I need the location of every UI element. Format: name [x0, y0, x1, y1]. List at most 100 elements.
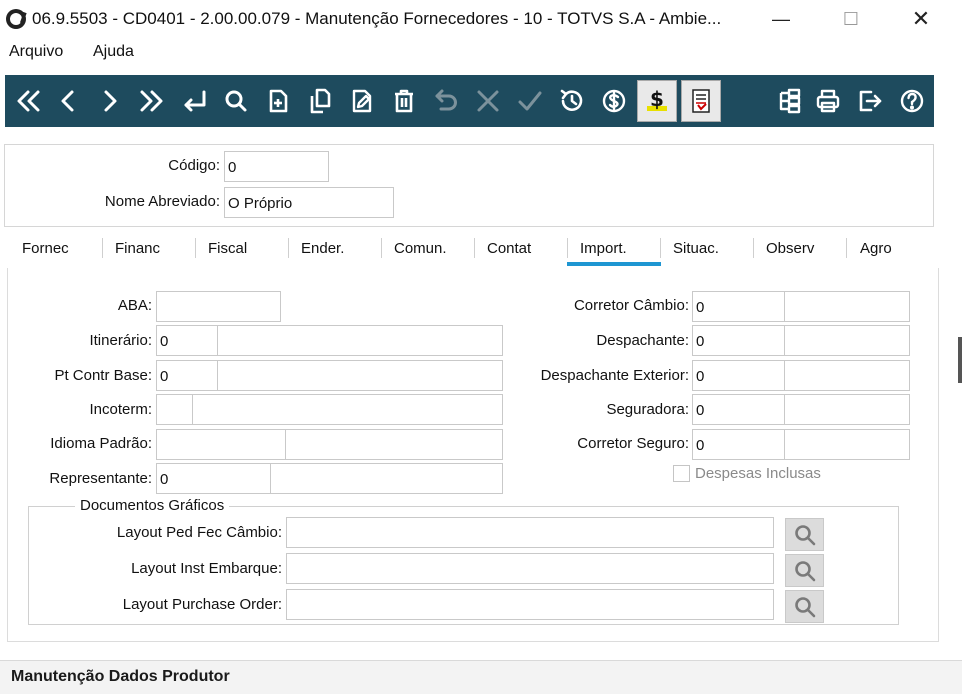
cancel-icon[interactable]: [471, 83, 505, 119]
layout-ped-fec-cambio-field[interactable]: [286, 517, 774, 548]
despesas-inclusas-label: Despesas Inclusas: [695, 465, 821, 482]
previous-record-icon[interactable]: [51, 83, 85, 119]
search-icon[interactable]: [219, 83, 253, 119]
maximize-button[interactable]: ☐: [828, 0, 874, 38]
exit-icon[interactable]: [853, 83, 887, 119]
codigo-field[interactable]: 0: [224, 151, 329, 182]
idioma-padrao-description-field[interactable]: [285, 429, 503, 460]
seguradora-code-field[interactable]: 0: [692, 394, 785, 425]
menu-bar: [0, 38, 962, 68]
despachante-exterior-label: Despachante Exterior:: [540, 367, 689, 384]
last-record-icon[interactable]: [135, 83, 169, 119]
copy-record-icon[interactable]: [303, 83, 337, 119]
tab-ender[interactable]: Ender.: [301, 240, 344, 257]
close-button[interactable]: ✕: [898, 0, 944, 38]
financial-dollar-icon[interactable]: $: [637, 80, 677, 122]
tab-fornec[interactable]: Fornec: [22, 240, 69, 257]
tab-separator: [846, 238, 847, 258]
tab-separator: [381, 238, 382, 258]
despachante-label: Despachante:: [596, 332, 689, 349]
tab-financ[interactable]: Financ: [115, 240, 160, 257]
layout-inst-embarque-label: Layout Inst Embarque:: [131, 560, 282, 577]
zoom-search-icon[interactable]: [785, 518, 824, 551]
tab-import[interactable]: Import.: [580, 240, 627, 257]
despachante-code-field[interactable]: 0: [692, 325, 785, 356]
corretor-seguro-code-field[interactable]: 0: [692, 429, 785, 460]
corretor-cambio-code-field[interactable]: 0: [692, 291, 785, 322]
layout-inst-embarque-field[interactable]: [286, 553, 774, 584]
aba-label: ABA:: [117, 297, 152, 314]
aba-field[interactable]: [156, 291, 281, 322]
app-logo-icon: [6, 9, 26, 29]
zoom-search-icon[interactable]: [785, 590, 824, 623]
goto-record-icon[interactable]: [177, 83, 211, 119]
delete-record-icon[interactable]: [387, 83, 421, 119]
help-icon[interactable]: [895, 83, 929, 119]
first-record-icon[interactable]: [11, 83, 45, 119]
new-record-icon[interactable]: [261, 83, 295, 119]
pt-contr-base-label: Pt Contr Base:: [54, 367, 152, 384]
tab-situac[interactable]: Situac.: [673, 240, 719, 257]
representante-label: Representante:: [49, 470, 152, 487]
confirm-icon[interactable]: [513, 83, 547, 119]
scrollbar-edge: [958, 337, 962, 383]
idioma-padrao-code-field[interactable]: [156, 429, 286, 460]
tab-separator: [102, 238, 103, 258]
incoterm-description-field[interactable]: [192, 394, 503, 425]
despesas-inclusas-checkbox[interactable]: [673, 465, 690, 482]
corretor-seguro-label: Corretor Seguro:: [577, 435, 689, 452]
edit-record-icon[interactable]: [345, 83, 379, 119]
menu-ajuda[interactable]: Ajuda: [93, 43, 134, 61]
tab-separator: [288, 238, 289, 258]
tab-contat[interactable]: Contat: [487, 240, 531, 257]
tab-separator: [567, 238, 568, 258]
idioma-padrao-label: Idioma Padrão:: [50, 435, 152, 452]
zoom-search-icon[interactable]: [785, 554, 824, 587]
currency-icon[interactable]: [597, 83, 631, 119]
status-text: Manutenção Dados Produtor: [11, 668, 230, 685]
codigo-label: Código:: [168, 157, 220, 174]
tab-observ[interactable]: Observ: [766, 240, 814, 257]
svg-text:$: $: [650, 87, 664, 111]
representante-description-field[interactable]: [270, 463, 503, 494]
toolbar: $: [5, 75, 934, 127]
itinerario-description-field[interactable]: [217, 325, 503, 356]
itinerario-code-field[interactable]: 0: [156, 325, 218, 356]
corretor-cambio-description-field[interactable]: [784, 291, 910, 322]
tab-comun[interactable]: Comun.: [394, 240, 447, 257]
representante-code-field[interactable]: 0: [156, 463, 271, 494]
pt-contr-base-description-field[interactable]: [217, 360, 503, 391]
minimize-button[interactable]: —: [758, 0, 804, 38]
tab-separator: [195, 238, 196, 258]
tab-separator: [753, 238, 754, 258]
pt-contr-base-code-field[interactable]: 0: [156, 360, 218, 391]
despachante-exterior-description-field[interactable]: [784, 360, 910, 391]
print-icon[interactable]: [811, 83, 845, 119]
tree-icon[interactable]: [773, 83, 807, 119]
tab-fiscal[interactable]: Fiscal: [208, 240, 247, 257]
seguradora-label: Seguradora:: [606, 401, 689, 418]
undo-icon[interactable]: [429, 83, 463, 119]
tab-separator: [660, 238, 661, 258]
report-icon[interactable]: [681, 80, 721, 122]
layout-purchase-order-label: Layout Purchase Order:: [122, 596, 282, 613]
nome-abreviado-label: Nome Abreviado:: [104, 193, 220, 210]
despachante-description-field[interactable]: [784, 325, 910, 356]
incoterm-code-field[interactable]: [156, 394, 193, 425]
active-tab-indicator: [567, 262, 661, 266]
window-title: 06.9.5503 - CD0401 - 2.00.00.079 - Manut…: [32, 9, 722, 28]
incoterm-label: Incoterm:: [89, 401, 152, 418]
tab-agro[interactable]: Agro: [860, 240, 892, 257]
layout-ped-fec-cambio-label: Layout Ped Fec Câmbio:: [116, 524, 282, 541]
history-icon[interactable]: [555, 83, 589, 119]
despachante-exterior-code-field[interactable]: 0: [692, 360, 785, 391]
nome-abreviado-field[interactable]: O Próprio: [224, 187, 394, 218]
itinerario-label: Itinerário:: [89, 332, 152, 349]
next-record-icon[interactable]: [93, 83, 127, 119]
corretor-seguro-description-field[interactable]: [784, 429, 910, 460]
tab-separator: [474, 238, 475, 258]
layout-purchase-order-field[interactable]: [286, 589, 774, 620]
menu-arquivo[interactable]: Arquivo: [9, 43, 63, 61]
corretor-cambio-label: Corretor Câmbio:: [573, 297, 689, 314]
seguradora-description-field[interactable]: [784, 394, 910, 425]
